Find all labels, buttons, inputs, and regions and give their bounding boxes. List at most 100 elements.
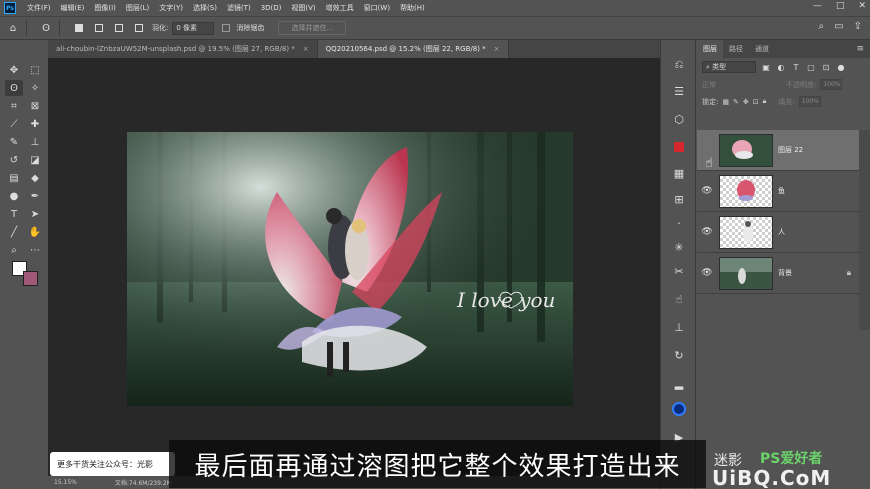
- tab-layers[interactable]: 图层: [697, 40, 723, 58]
- tab-document-1[interactable]: ali-choubin-lZnbzaUW52M-unsplash.psd @ 1…: [48, 40, 318, 58]
- path-select-icon[interactable]: ➤: [26, 206, 44, 222]
- gradient-tool-icon[interactable]: ▤: [5, 170, 23, 186]
- type-tool-icon[interactable]: T: [5, 206, 23, 222]
- share-icon[interactable]: ⇪: [854, 21, 862, 32]
- eyedropper-tool-icon[interactable]: ⟋: [5, 116, 23, 132]
- layer-row[interactable]: 👁︎ 背景 🔒︎: [697, 253, 859, 294]
- background-color-swatch[interactable]: [23, 271, 38, 286]
- fill-input[interactable]: 100%: [798, 96, 821, 107]
- menu-file[interactable]: 文件(F): [22, 3, 56, 13]
- filter-kind-select[interactable]: ⌕ 类型: [702, 61, 756, 73]
- menu-edit[interactable]: 编辑(E): [56, 3, 90, 13]
- hand-gesture-icon[interactable]: ☝: [669, 290, 689, 308]
- adjustment-filter-icon[interactable]: ◐: [776, 62, 786, 72]
- frame-tool-icon[interactable]: ⊠: [26, 98, 44, 114]
- pen-tool-icon[interactable]: ✒: [26, 188, 44, 204]
- navigator-icon[interactable]: [669, 400, 689, 418]
- menu-layer[interactable]: 图层(L): [121, 3, 154, 13]
- lasso-tool-icon[interactable]: ʘ: [5, 80, 23, 96]
- histogram-icon[interactable]: ▂: [669, 374, 689, 392]
- feather-input[interactable]: 0 像素: [172, 21, 215, 35]
- magic-wand-tool-icon[interactable]: ✧: [26, 80, 44, 96]
- tab-channels[interactable]: 通道: [749, 40, 775, 58]
- maximize-button[interactable]: □: [836, 1, 845, 11]
- shape-filter-icon[interactable]: ▢: [806, 62, 816, 72]
- new-selection-icon[interactable]: [72, 21, 86, 35]
- more-tools-icon[interactable]: ⋯: [26, 242, 44, 258]
- lock-position-icon[interactable]: ✥: [743, 98, 749, 106]
- add-selection-icon[interactable]: [92, 21, 106, 35]
- blur-tool-icon[interactable]: ◆: [26, 170, 44, 186]
- tools-preset-icon[interactable]: ✂: [669, 262, 689, 280]
- lock-all-icon[interactable]: 🔒︎: [763, 97, 767, 106]
- layer-name[interactable]: 图层 22: [778, 145, 803, 155]
- gradient-icon[interactable]: ▦: [669, 164, 689, 182]
- tab-document-2[interactable]: QQ20210564.psd @ 15.2% (图层 22, RGB/8) * …: [317, 40, 509, 58]
- lasso-preset-icon[interactable]: ʘ: [39, 21, 53, 35]
- menu-image[interactable]: 图像(I): [89, 3, 121, 13]
- menu-plugins[interactable]: 增效工具: [321, 3, 359, 13]
- subtract-selection-icon[interactable]: [112, 21, 126, 35]
- intersect-selection-icon[interactable]: [132, 21, 146, 35]
- layer-row[interactable]: 👁︎ 鱼: [697, 171, 859, 212]
- lock-artboard-icon[interactable]: ⊡: [753, 98, 759, 106]
- layer-name[interactable]: 鱼: [778, 186, 785, 196]
- 3d-cube-icon[interactable]: ⬡: [669, 110, 689, 128]
- dodge-tool-icon[interactable]: ●: [5, 188, 23, 204]
- zoom-level[interactable]: 15.15%: [54, 479, 77, 486]
- blend-mode-select[interactable]: 正常: [702, 80, 756, 90]
- color-icon[interactable]: [669, 138, 689, 156]
- menu-select[interactable]: 选择(S): [188, 3, 222, 13]
- marquee-tool-icon[interactable]: ⬚: [26, 62, 44, 78]
- layer-name[interactable]: 人: [778, 227, 785, 237]
- layer-name[interactable]: 背景: [778, 268, 792, 278]
- canvas-area[interactable]: I love you: [48, 58, 660, 476]
- visibility-eye-icon[interactable]: 👁︎: [697, 227, 717, 237]
- stamp-tool-icon[interactable]: ⊥: [26, 134, 44, 150]
- layer-row[interactable]: 图层 22: [697, 130, 859, 171]
- layer-row[interactable]: 👁︎ 人: [697, 212, 859, 253]
- lock-transparent-icon[interactable]: ▦: [722, 98, 729, 106]
- filter-toggle-icon[interactable]: ●: [836, 62, 846, 72]
- type-filter-icon[interactable]: T: [791, 62, 801, 72]
- panel-menu-icon[interactable]: ≡: [856, 44, 864, 54]
- patterns-icon[interactable]: ⊞: [669, 190, 689, 208]
- visibility-eye-icon[interactable]: 👁︎: [697, 186, 717, 196]
- clone-source-icon[interactable]: ⊥: [669, 318, 689, 336]
- zoom-tool-icon[interactable]: ⌕: [5, 242, 23, 258]
- history-panel-icon[interactable]: ⎌: [669, 56, 689, 74]
- minimize-button[interactable]: —: [813, 1, 822, 11]
- adjustments-icon[interactable]: ☰: [669, 82, 689, 100]
- antialias-checkbox[interactable]: [222, 24, 231, 32]
- home-icon[interactable]: ⌂: [6, 21, 20, 35]
- brush-settings-icon[interactable]: ✳: [669, 238, 689, 256]
- actions-icon[interactable]: ↻: [669, 346, 689, 364]
- crop-tool-icon[interactable]: ⌗: [5, 98, 23, 114]
- smart-object-filter-icon[interactable]: ⊡: [821, 62, 831, 72]
- artwork-image[interactable]: I love you: [127, 132, 573, 406]
- menu-filter[interactable]: 滤镜(T): [222, 3, 256, 13]
- menu-window[interactable]: 窗口(W): [359, 3, 395, 13]
- history-brush-icon[interactable]: ↺: [5, 152, 23, 168]
- lock-pixels-icon[interactable]: ✎: [733, 98, 739, 106]
- menu-type[interactable]: 文字(Y): [154, 3, 188, 13]
- menu-view[interactable]: 视图(V): [286, 3, 320, 13]
- menu-3d[interactable]: 3D(D): [256, 4, 287, 12]
- pixel-filter-icon[interactable]: ▣: [761, 62, 771, 72]
- visibility-eye-icon[interactable]: 👁︎: [697, 268, 717, 278]
- close-tab-icon[interactable]: ×: [303, 45, 309, 53]
- healing-brush-icon[interactable]: ✚: [26, 116, 44, 132]
- menu-help[interactable]: 帮助(H): [395, 3, 430, 13]
- brush-tool-icon[interactable]: ✎: [5, 134, 23, 150]
- eraser-tool-icon[interactable]: ◪: [26, 152, 44, 168]
- close-tab-icon[interactable]: ×: [494, 45, 500, 53]
- tab-paths[interactable]: 路径: [723, 40, 749, 58]
- line-tool-icon[interactable]: ╱: [5, 224, 23, 240]
- select-and-mask-button[interactable]: 选择并遮住...: [278, 21, 347, 35]
- hand-tool-icon[interactable]: ✋: [26, 224, 44, 240]
- move-tool-icon[interactable]: ✥: [5, 62, 23, 78]
- workspace-icon[interactable]: ▭: [834, 21, 843, 32]
- close-window-button[interactable]: ✕: [858, 1, 866, 11]
- layers-scrollbar[interactable]: [859, 130, 870, 330]
- opacity-input[interactable]: 100%: [820, 79, 843, 90]
